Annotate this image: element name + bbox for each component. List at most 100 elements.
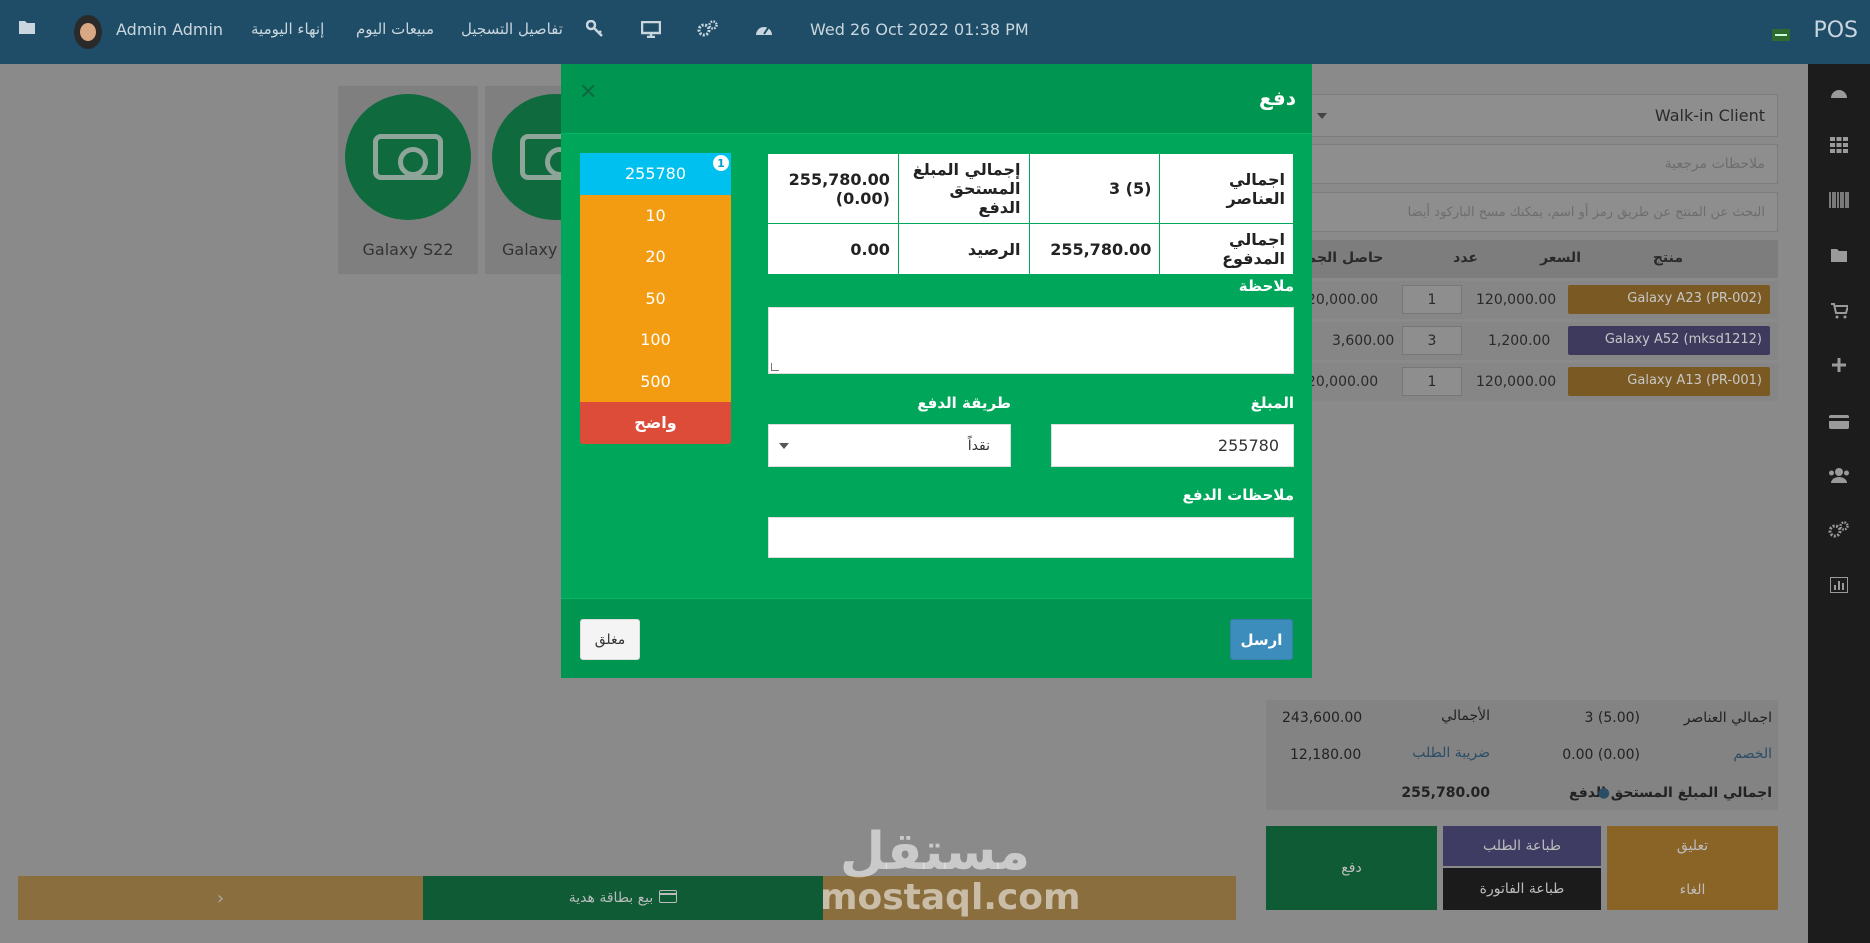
cancel-button[interactable]: الغاء bbox=[1607, 870, 1778, 910]
customer-select[interactable]: Walk-in Client bbox=[1308, 94, 1778, 137]
print-order-button[interactable]: طباعة الطلب bbox=[1443, 826, 1601, 866]
resize-handle-icon[interactable] bbox=[771, 363, 779, 371]
folder-icon[interactable] bbox=[1808, 244, 1870, 268]
order-totals: اجمالي العناصر 3 (5.00) الأجمالي 243,600… bbox=[1266, 700, 1778, 810]
total-items-label: اجمالي العناصر bbox=[1683, 710, 1772, 726]
chevron-down-icon bbox=[779, 443, 789, 449]
note-textarea[interactable] bbox=[768, 307, 1294, 374]
top-navbar: Admin Admin إنهاء اليومية مبيعات اليوم ت… bbox=[0, 0, 1870, 64]
camera-icon bbox=[345, 94, 471, 220]
grid-icon[interactable] bbox=[1808, 134, 1870, 158]
key-icon[interactable] bbox=[585, 19, 604, 42]
avatar[interactable] bbox=[74, 15, 102, 49]
datetime: Wed 26 Oct 2022 01:38 PM bbox=[810, 20, 1029, 39]
product-badge[interactable]: Galaxy A52 (mksd1212) bbox=[1568, 326, 1770, 355]
watermark-logo: مستقل mostaql.com bbox=[820, 822, 1081, 918]
flag-icon[interactable] bbox=[1772, 26, 1790, 45]
close-button[interactable]: مغلق bbox=[580, 619, 640, 660]
dashboard-icon[interactable] bbox=[754, 20, 774, 42]
register-details-link[interactable]: تفاصيل التسجيل bbox=[461, 20, 563, 38]
amount-input[interactable]: 255780 bbox=[1051, 424, 1294, 467]
credit-card-icon[interactable] bbox=[1808, 410, 1870, 434]
next-page-button[interactable]: › bbox=[18, 876, 423, 920]
payment-method-select[interactable]: نقداً bbox=[768, 424, 1011, 467]
users-icon[interactable] bbox=[1808, 464, 1870, 488]
barcode-icon[interactable] bbox=[1808, 189, 1870, 213]
modal-title: دفع bbox=[1258, 86, 1296, 110]
credit-card-icon bbox=[659, 889, 678, 907]
right-sidebar bbox=[1808, 64, 1870, 943]
quick-cash-button[interactable]: 100 bbox=[580, 319, 731, 361]
plus-icon[interactable] bbox=[1808, 354, 1870, 378]
gift-card-label: بيع بطاقة هدية bbox=[568, 890, 654, 906]
pay-button[interactable]: دفع bbox=[1266, 826, 1437, 910]
comment-icon[interactable]: ● bbox=[1598, 785, 1610, 801]
today-sales-link[interactable]: مبيعات اليوم bbox=[356, 20, 434, 38]
table-row: 120,000.00 1 120,000.00 Galaxy A23 (PR-0… bbox=[1298, 281, 1778, 319]
product-name: Galaxy S22 bbox=[362, 240, 454, 259]
quick-cash-button[interactable]: 10 bbox=[580, 194, 731, 236]
row-price: 1,200.00 bbox=[1488, 333, 1551, 349]
app-title: POS bbox=[1813, 18, 1858, 43]
payment-modal: ✕ دفع 255780 1 10 20 50 100 500 واضح 255… bbox=[561, 64, 1312, 678]
gift-card-button[interactable]: بيع بطاقة هدية bbox=[423, 876, 823, 920]
balance-label: الرصيد bbox=[897, 223, 1030, 275]
product-tile[interactable]: Galaxy bbox=[485, 86, 561, 274]
payable-label: إجمالي المبلغ المستحق الدفع bbox=[897, 153, 1030, 224]
quick-cash-button[interactable]: 500 bbox=[580, 360, 731, 402]
quick-cash-button[interactable]: 50 bbox=[580, 277, 731, 319]
product-search-input[interactable]: البحث عن المنتج عن طريق رمز أو اسم، يمكن… bbox=[1308, 192, 1778, 232]
order-table-header: منتج السعر عدد حاصل الجمع bbox=[1298, 240, 1778, 278]
order-tax-link[interactable]: ضريبة الطلب bbox=[1412, 745, 1490, 761]
chevron-down-icon bbox=[1317, 113, 1327, 119]
total-items-label: اجمالي العناصر bbox=[1159, 153, 1294, 224]
quick-cash-button[interactable]: 20 bbox=[580, 236, 731, 278]
payment-note-input[interactable] bbox=[768, 517, 1294, 558]
product-badge[interactable]: Galaxy A13 (PR-001) bbox=[1568, 367, 1770, 396]
settings-icon[interactable] bbox=[1808, 520, 1870, 544]
col-qty: عدد bbox=[1453, 250, 1478, 266]
user-name[interactable]: Admin Admin bbox=[116, 20, 223, 39]
total-value: 243,600.00 bbox=[1282, 710, 1363, 726]
camera-icon bbox=[492, 94, 561, 220]
watermark-en: mostaql.com bbox=[820, 877, 1081, 918]
clear-button[interactable]: واضح bbox=[580, 402, 731, 444]
total-label: الأجمالي bbox=[1441, 708, 1490, 724]
folder-icon[interactable] bbox=[18, 19, 36, 39]
close-icon[interactable]: ✕ bbox=[579, 80, 597, 105]
balance-value: 0.00 bbox=[767, 223, 899, 275]
row-subtotal: 3,600.00 bbox=[1332, 333, 1395, 349]
quick-cash-count-badge: 1 bbox=[713, 155, 729, 171]
order-tax-value: 12,180.00 bbox=[1290, 747, 1362, 763]
total-items-value: 3 (5.00) bbox=[1584, 710, 1640, 726]
print-bill-button[interactable]: طباعة الفاتورة bbox=[1443, 868, 1601, 910]
row-price: 120,000.00 bbox=[1476, 292, 1557, 308]
bar-chart-icon[interactable] bbox=[1808, 574, 1870, 598]
qty-input[interactable]: 3 bbox=[1402, 326, 1462, 355]
product-tile[interactable]: Galaxy S22 bbox=[338, 86, 478, 274]
table-row: 120,000.00 1 120,000.00 Galaxy A13 (PR-0… bbox=[1298, 363, 1778, 401]
col-product: منتج bbox=[1652, 250, 1683, 266]
settings-icon[interactable] bbox=[697, 20, 719, 42]
product-search-placeholder: البحث عن المنتج عن طريق رمز أو اسم، يمكن… bbox=[1407, 204, 1765, 220]
amount-label: المبلغ bbox=[1250, 394, 1294, 412]
watermark-ar: مستقل bbox=[839, 822, 1031, 882]
payable-value: 255,780.00 bbox=[1401, 785, 1490, 801]
qty-input[interactable]: 1 bbox=[1402, 367, 1462, 396]
total-paid-label: اجمالي المدفوع bbox=[1159, 223, 1294, 275]
quick-cash-button[interactable]: 255780 1 bbox=[580, 153, 731, 195]
end-of-day-link[interactable]: إنهاء اليومية bbox=[251, 20, 324, 38]
submit-button[interactable]: ارسل bbox=[1230, 619, 1293, 660]
table-row: 3,600.00 3 1,200.00 Galaxy A52 (mksd1212… bbox=[1308, 322, 1778, 360]
discount-link[interactable]: الخصم bbox=[1733, 746, 1772, 762]
dashboard-icon[interactable] bbox=[1808, 82, 1870, 106]
payment-method-label: طريقة الدفع bbox=[917, 394, 1011, 412]
qty-input[interactable]: 1 bbox=[1402, 285, 1462, 314]
row-price: 120,000.00 bbox=[1476, 374, 1557, 390]
cart-icon[interactable] bbox=[1808, 300, 1870, 324]
payment-summary-table: 255,780.00 (0.00) إجمالي المبلغ المستحق … bbox=[767, 153, 1294, 275]
monitor-icon[interactable] bbox=[640, 20, 662, 42]
modal-footer: مغلق ارسل bbox=[561, 598, 1312, 678]
product-badge[interactable]: Galaxy A23 (PR-002) bbox=[1568, 285, 1770, 314]
reference-note-input[interactable]: ملاحظات مرجعية bbox=[1308, 144, 1778, 184]
